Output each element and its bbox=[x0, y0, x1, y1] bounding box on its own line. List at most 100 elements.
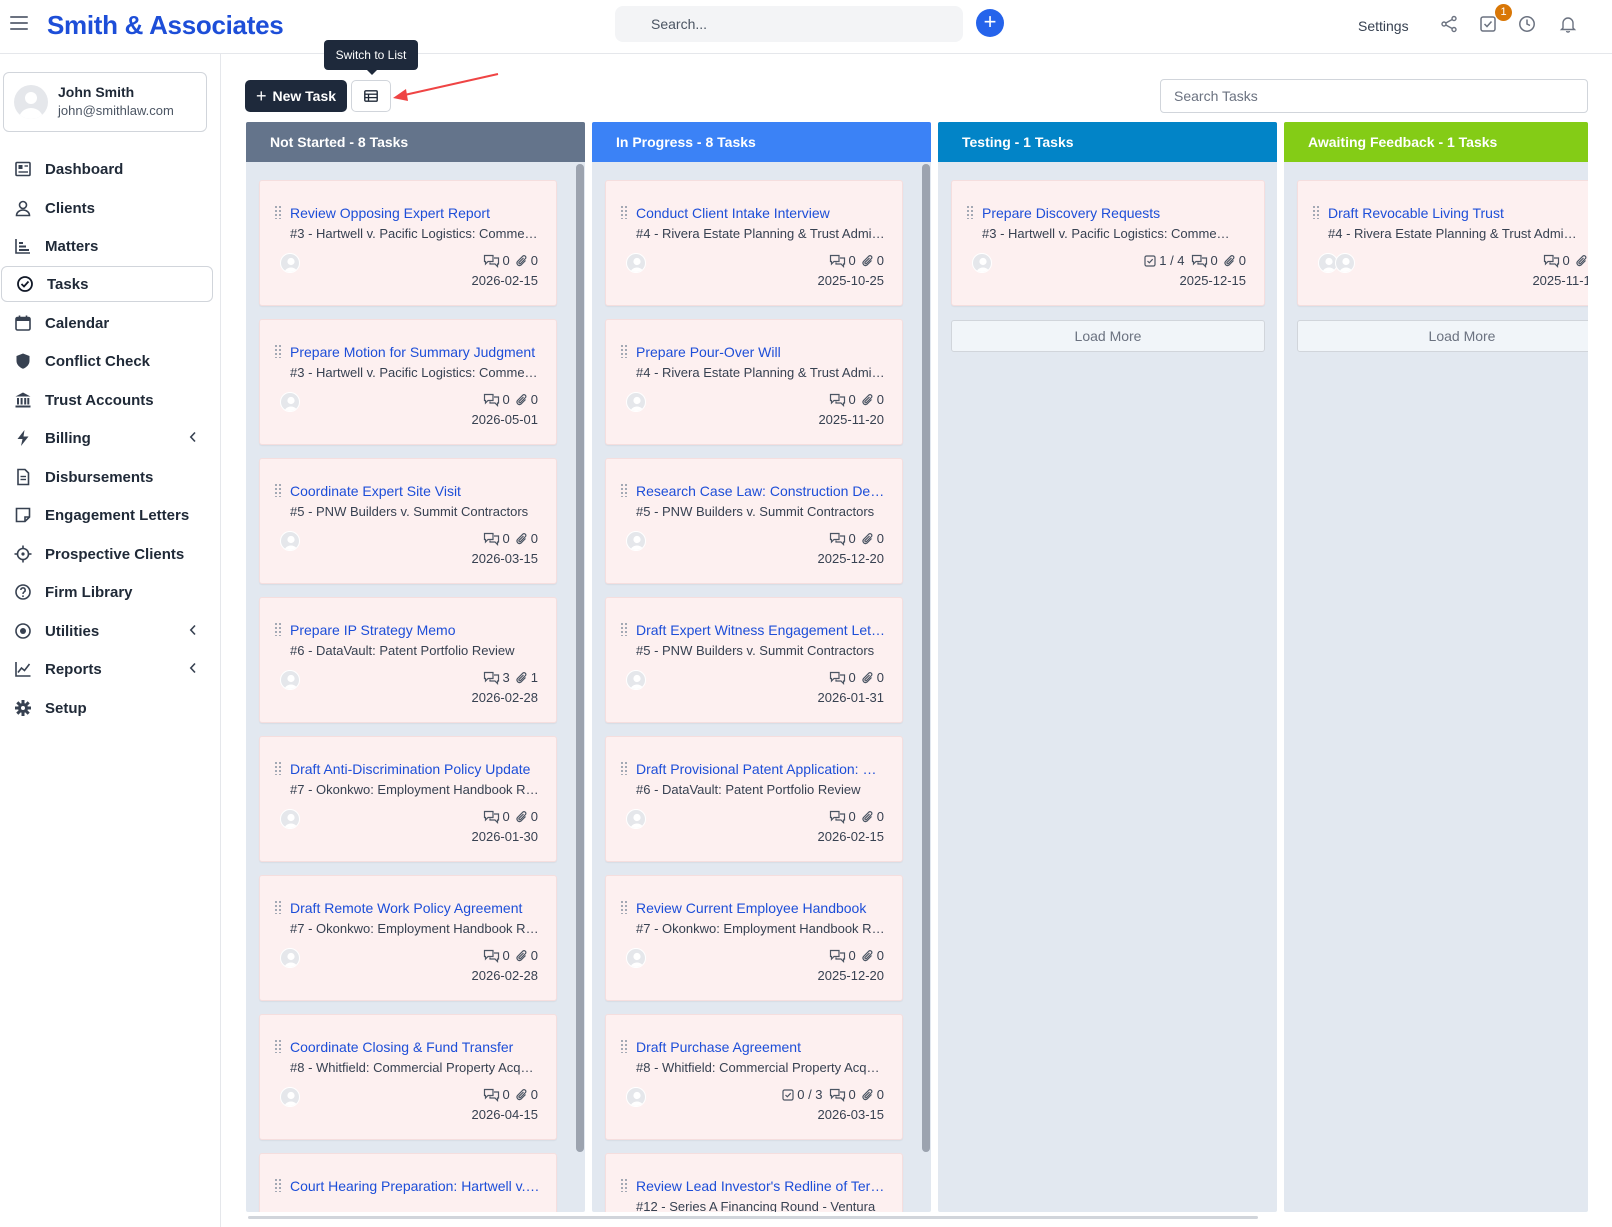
quick-add-button[interactable]: + bbox=[976, 9, 1004, 37]
sidebar-item-dashboard[interactable]: Dashboard bbox=[0, 151, 213, 187]
sidebar-item-disbursements[interactable]: Disbursements bbox=[0, 459, 213, 495]
user-profile-card[interactable]: John Smith john@smithlaw.com bbox=[3, 72, 207, 132]
task-title[interactable]: Review Opposing Expert Report bbox=[290, 205, 540, 221]
task-title[interactable]: Conduct Client Intake Interview bbox=[636, 205, 886, 221]
task-title[interactable]: Prepare IP Strategy Memo bbox=[290, 622, 540, 638]
attachment-count: 0 bbox=[876, 670, 884, 685]
task-card[interactable]: Draft Anti-Discrimination Policy Update #… bbox=[259, 736, 557, 862]
task-card[interactable]: Review Lead Investor's Redline of Term S… bbox=[605, 1153, 903, 1212]
drag-handle[interactable] bbox=[274, 1039, 282, 1053]
attachment-count: 0 bbox=[530, 948, 538, 963]
task-title[interactable]: Prepare Pour-Over Will bbox=[636, 344, 886, 360]
avatar bbox=[280, 253, 300, 273]
task-card[interactable]: Prepare Discovery Requests #3 - Hartwell … bbox=[951, 180, 1265, 306]
sidebar-item-clients[interactable]: Clients bbox=[0, 190, 213, 226]
task-card[interactable]: Prepare IP Strategy Memo #6 - DataVault: … bbox=[259, 597, 557, 723]
drag-handle[interactable] bbox=[620, 205, 628, 219]
task-meta: 00 bbox=[483, 531, 538, 546]
drag-handle[interactable] bbox=[620, 483, 628, 497]
bank-icon bbox=[14, 391, 32, 409]
task-card[interactable]: Prepare Motion for Summary Judgment #3 - … bbox=[259, 319, 557, 445]
sidebar-item-billing[interactable]: Billing bbox=[0, 420, 213, 456]
load-more-button[interactable]: Load More bbox=[1297, 320, 1588, 352]
drag-handle[interactable] bbox=[274, 622, 282, 636]
sidebar-item-conflict-check[interactable]: Conflict Check bbox=[0, 343, 213, 379]
clock-icon[interactable] bbox=[1518, 15, 1536, 33]
task-card[interactable]: Draft Revocable Living Trust #4 - Rivera … bbox=[1297, 180, 1588, 306]
drag-handle[interactable] bbox=[620, 761, 628, 775]
task-card[interactable]: Conduct Client Intake Interview #4 - Rive… bbox=[605, 180, 903, 306]
drag-handle[interactable] bbox=[620, 622, 628, 636]
column-scrollbar[interactable] bbox=[576, 164, 584, 1152]
attachment-icon bbox=[862, 949, 873, 961]
task-card[interactable]: Coordinate Closing & Fund Transfer #8 - W… bbox=[259, 1014, 557, 1140]
task-meta: 00 bbox=[829, 670, 884, 685]
task-title[interactable]: Draft Revocable Living Trust bbox=[1328, 205, 1578, 221]
column-body: Conduct Client Intake Interview #4 - Rive… bbox=[592, 162, 931, 1212]
sidebar-item-prospective-clients[interactable]: Prospective Clients bbox=[0, 536, 213, 572]
drag-handle[interactable] bbox=[274, 761, 282, 775]
drag-handle[interactable] bbox=[274, 1178, 282, 1192]
sidebar-item-tasks[interactable]: Tasks bbox=[1, 266, 213, 302]
task-title[interactable]: Draft Remote Work Policy Agreement bbox=[290, 900, 540, 916]
task-due-date: 2026-02-28 bbox=[471, 690, 539, 705]
task-card[interactable]: Draft Remote Work Policy Agreement #7 - O… bbox=[259, 875, 557, 1001]
task-card[interactable]: Coordinate Expert Site Visit #5 - PNW Bui… bbox=[259, 458, 557, 584]
task-matter: #5 - PNW Builders v. Summit Contractors bbox=[290, 504, 529, 519]
drag-handle[interactable] bbox=[620, 1178, 628, 1192]
horizontal-scrollbar[interactable] bbox=[248, 1216, 1258, 1219]
avatar bbox=[280, 948, 300, 968]
drag-handle[interactable] bbox=[274, 344, 282, 358]
sidebar-item-utilities[interactable]: Utilities bbox=[0, 613, 213, 649]
column-header: Awaiting Feedback - 1 Tasks bbox=[1284, 122, 1588, 162]
comments-icon bbox=[483, 671, 499, 685]
drag-handle[interactable] bbox=[274, 900, 282, 914]
drag-handle[interactable] bbox=[1312, 205, 1320, 219]
task-title[interactable]: Coordinate Expert Site Visit bbox=[290, 483, 540, 499]
drag-handle[interactable] bbox=[274, 205, 282, 219]
drag-handle[interactable] bbox=[620, 900, 628, 914]
task-title[interactable]: Prepare Discovery Requests bbox=[982, 205, 1232, 221]
share-icon[interactable] bbox=[1440, 15, 1458, 33]
column-scrollbar[interactable] bbox=[922, 164, 930, 1152]
task-title[interactable]: Review Current Employee Handbook bbox=[636, 900, 886, 916]
sidebar-item-firm-library[interactable]: Firm Library bbox=[0, 574, 213, 610]
sidebar-item-calendar[interactable]: Calendar bbox=[0, 305, 213, 341]
task-title[interactable]: Research Case Law: Construction Defects bbox=[636, 483, 886, 499]
sidebar-item-matters[interactable]: Matters bbox=[0, 228, 213, 264]
switch-to-list-button[interactable] bbox=[351, 80, 391, 112]
task-card[interactable]: Court Hearing Preparation: Hartwell v. P… bbox=[259, 1153, 557, 1212]
load-more-button[interactable]: Load More bbox=[951, 320, 1265, 352]
task-card[interactable]: Draft Expert Witness Engagement Letter #5… bbox=[605, 597, 903, 723]
task-card[interactable]: Review Opposing Expert Report #3 - Hartwe… bbox=[259, 180, 557, 306]
task-title[interactable]: Review Lead Investor's Redline of Term S… bbox=[636, 1178, 886, 1194]
task-title[interactable]: Draft Provisional Patent Application: Co… bbox=[636, 761, 886, 777]
task-title[interactable]: Draft Anti-Discrimination Policy Update bbox=[290, 761, 540, 777]
global-search-input[interactable] bbox=[615, 6, 963, 42]
task-card[interactable]: Research Case Law: Construction Defects #… bbox=[605, 458, 903, 584]
drag-handle[interactable] bbox=[620, 1039, 628, 1053]
sidebar-item-setup[interactable]: Setup bbox=[0, 690, 213, 726]
sidebar-item-reports[interactable]: Reports bbox=[0, 651, 213, 687]
tasks-check-icon[interactable] bbox=[1479, 15, 1497, 33]
task-card[interactable]: Draft Provisional Patent Application: Co… bbox=[605, 736, 903, 862]
drag-handle[interactable] bbox=[966, 205, 974, 219]
sidebar-item-engagement-letters[interactable]: Engagement Letters bbox=[0, 497, 213, 533]
task-card[interactable]: Review Current Employee Handbook #7 - Oko… bbox=[605, 875, 903, 1001]
task-card[interactable]: Prepare Pour-Over Will #4 - Rivera Estate… bbox=[605, 319, 903, 445]
sidebar-item-trust-accounts[interactable]: Trust Accounts bbox=[0, 382, 213, 418]
new-task-button[interactable]: + New Task bbox=[245, 80, 347, 112]
task-title[interactable]: Prepare Motion for Summary Judgment bbox=[290, 344, 540, 360]
settings-link[interactable]: Settings bbox=[1358, 18, 1409, 34]
task-title[interactable]: Draft Expert Witness Engagement Letter bbox=[636, 622, 886, 638]
task-title[interactable]: Coordinate Closing & Fund Transfer bbox=[290, 1039, 540, 1055]
drag-handle[interactable] bbox=[274, 483, 282, 497]
brand-logo[interactable]: Smith & Associates bbox=[47, 10, 284, 41]
bell-icon[interactable] bbox=[1559, 15, 1577, 33]
task-card[interactable]: Draft Purchase Agreement #8 - Whitfield: … bbox=[605, 1014, 903, 1140]
task-title[interactable]: Court Hearing Preparation: Hartwell v. P… bbox=[290, 1178, 540, 1194]
task-title[interactable]: Draft Purchase Agreement bbox=[636, 1039, 886, 1055]
menu-icon[interactable] bbox=[10, 16, 28, 32]
drag-handle[interactable] bbox=[620, 344, 628, 358]
task-search-input[interactable] bbox=[1160, 79, 1588, 113]
